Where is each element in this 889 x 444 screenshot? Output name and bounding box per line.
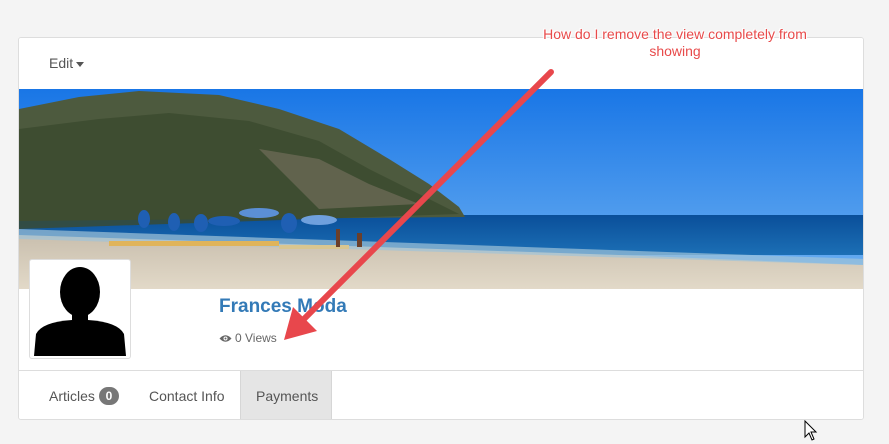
cover-photo [19, 89, 863, 289]
tab-payments-label: Payments [256, 388, 319, 404]
mouse-cursor-icon [804, 420, 818, 441]
tab-contact-info-label: Contact Info [149, 388, 225, 404]
profile-name-link[interactable]: Frances Moda [219, 296, 347, 318]
edit-label: Edit [49, 55, 74, 71]
avatar-silhouette-icon [32, 262, 128, 356]
tab-contact-info[interactable]: Contact Info [134, 371, 240, 419]
profile-card: Edit Frances Moda 0 Views Articles 0 Con… [18, 37, 864, 420]
articles-count-badge: 0 [98, 387, 119, 405]
views-count: 0 Views [219, 331, 277, 345]
tab-articles-label: Articles [49, 388, 95, 404]
avatar[interactable] [29, 259, 131, 359]
caret-down-icon [76, 61, 85, 67]
tab-articles[interactable]: Articles 0 [34, 371, 134, 419]
views-text: 0 Views [235, 331, 277, 345]
profile-tabs: Articles 0 Contact Info Payments [19, 370, 863, 419]
eye-icon [219, 335, 232, 343]
edit-dropdown-button[interactable]: Edit [49, 55, 85, 71]
tab-payments[interactable]: Payments [240, 371, 332, 419]
annotation-text: How do I remove the view completely from… [543, 26, 807, 59]
